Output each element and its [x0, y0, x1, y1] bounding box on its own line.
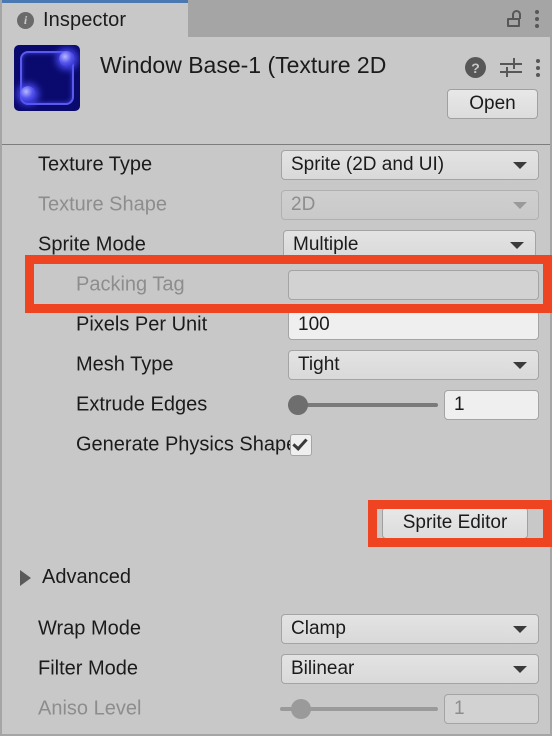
check-icon — [292, 435, 308, 451]
label-texture-shape: Texture Shape — [38, 193, 167, 216]
lock-open-icon[interactable] — [507, 10, 522, 27]
tab-bar: i Inspector — [0, 0, 552, 37]
label-wrap-mode: Wrap Mode — [38, 617, 142, 640]
dropdown-filter-mode[interactable]: Bilinear — [281, 654, 539, 684]
value-wrap-mode: Clamp — [291, 618, 346, 639]
page-title: Window Base-1 (Texture 2D — [100, 52, 387, 78]
thumbnail-orb-top-right — [59, 51, 75, 67]
preset-settings-icon[interactable] — [500, 58, 522, 77]
panel-left-border — [0, 37, 2, 736]
inspector-window: i Inspector Window Base-1 (Texture 2D ? … — [0, 0, 552, 736]
row-extrude-edges: Extrude Edges 1 — [0, 385, 552, 425]
textfield-packing-tag — [288, 270, 539, 300]
chevron-down-icon — [513, 162, 527, 169]
label-packing-tag: Packing Tag — [76, 273, 185, 296]
thumbnail-orb-bottom-left — [20, 86, 36, 102]
value-extrude-edges: 1 — [454, 394, 465, 415]
property-list-advanced: Wrap Mode Clamp Filter Mode Bilinear Ani… — [0, 609, 552, 729]
chevron-down-icon — [513, 626, 527, 633]
chevron-down-icon — [513, 666, 527, 673]
row-mesh-type: Mesh Type Tight — [0, 345, 552, 385]
value-texture-shape: 2D — [291, 194, 316, 215]
object-kebab-menu-icon[interactable] — [536, 58, 540, 77]
dropdown-texture-type[interactable]: Sprite (2D and UI) — [281, 150, 539, 180]
chevron-down-icon — [510, 242, 524, 249]
textfield-extrude-edges[interactable]: 1 — [444, 390, 539, 420]
value-mesh-type: Tight — [298, 354, 340, 375]
advanced-foldout[interactable]: Advanced — [20, 566, 131, 589]
info-icon: i — [17, 11, 34, 29]
property-list: Texture Type Sprite (2D and UI) Texture … — [0, 145, 552, 465]
label-filter-mode: Filter Mode — [38, 657, 139, 680]
row-sprite-mode: Sprite Mode Multiple — [0, 225, 552, 265]
open-button[interactable]: Open — [447, 89, 538, 119]
label-extrude-edges: Extrude Edges — [76, 393, 208, 416]
chevron-down-icon — [513, 362, 527, 369]
slider-track — [288, 403, 438, 407]
label-sprite-mode: Sprite Mode — [38, 233, 146, 256]
row-texture-type: Texture Type Sprite (2D and UI) — [0, 145, 552, 185]
slider-knob — [291, 699, 311, 719]
dropdown-sprite-mode[interactable]: Multiple — [283, 230, 536, 260]
checkbox-generate-physics-shape[interactable] — [290, 434, 312, 456]
texture-preview-thumbnail[interactable] — [14, 45, 80, 111]
value-pixels-per-unit: 100 — [298, 314, 330, 335]
help-icon[interactable]: ? — [465, 57, 486, 78]
row-generate-physics-shape: Generate Physics Shape — [0, 425, 552, 465]
chevron-down-icon — [513, 202, 527, 209]
dropdown-mesh-type[interactable]: Tight — [288, 350, 539, 380]
tab-kebab-menu-icon[interactable] — [535, 9, 539, 28]
row-packing-tag: Packing Tag — [0, 265, 552, 305]
textfield-pixels-per-unit[interactable]: 100 — [288, 310, 539, 340]
slider-knob[interactable] — [288, 395, 308, 415]
row-aniso-level: Aniso Level 1 — [0, 689, 552, 729]
tab-bar-controls — [507, 0, 552, 37]
sprite-editor-button[interactable]: Sprite Editor — [382, 507, 528, 539]
textfield-aniso-level: 1 — [444, 694, 539, 724]
label-mesh-type: Mesh Type — [76, 353, 174, 376]
label-pixels-per-unit: Pixels Per Unit — [76, 313, 208, 336]
advanced-foldout-label: Advanced — [42, 566, 131, 588]
value-sprite-mode: Multiple — [293, 234, 359, 255]
slider-extrude-edges[interactable] — [288, 395, 438, 415]
dropdown-texture-shape: 2D — [281, 190, 539, 220]
slider-aniso-level — [280, 699, 438, 719]
row-filter-mode: Filter Mode Bilinear — [0, 649, 552, 689]
object-header: Window Base-1 (Texture 2D ? Open — [0, 37, 552, 144]
label-texture-type: Texture Type — [38, 153, 153, 176]
dropdown-wrap-mode[interactable]: Clamp — [281, 614, 539, 644]
row-wrap-mode: Wrap Mode Clamp — [0, 609, 552, 649]
row-texture-shape: Texture Shape 2D — [0, 185, 552, 225]
value-filter-mode: Bilinear — [291, 658, 355, 679]
label-aniso-level: Aniso Level — [38, 697, 142, 720]
tab-inspector[interactable]: i Inspector — [2, 0, 188, 37]
row-pixels-per-unit: Pixels Per Unit 100 — [0, 305, 552, 345]
chevron-right-icon — [20, 569, 31, 586]
value-aniso-level: 1 — [454, 698, 465, 719]
object-header-controls: ? — [465, 57, 540, 78]
label-generate-physics-shape: Generate Physics Shape — [76, 433, 291, 456]
tab-inspector-label: Inspector — [43, 8, 127, 31]
value-texture-type: Sprite (2D and UI) — [291, 154, 445, 175]
